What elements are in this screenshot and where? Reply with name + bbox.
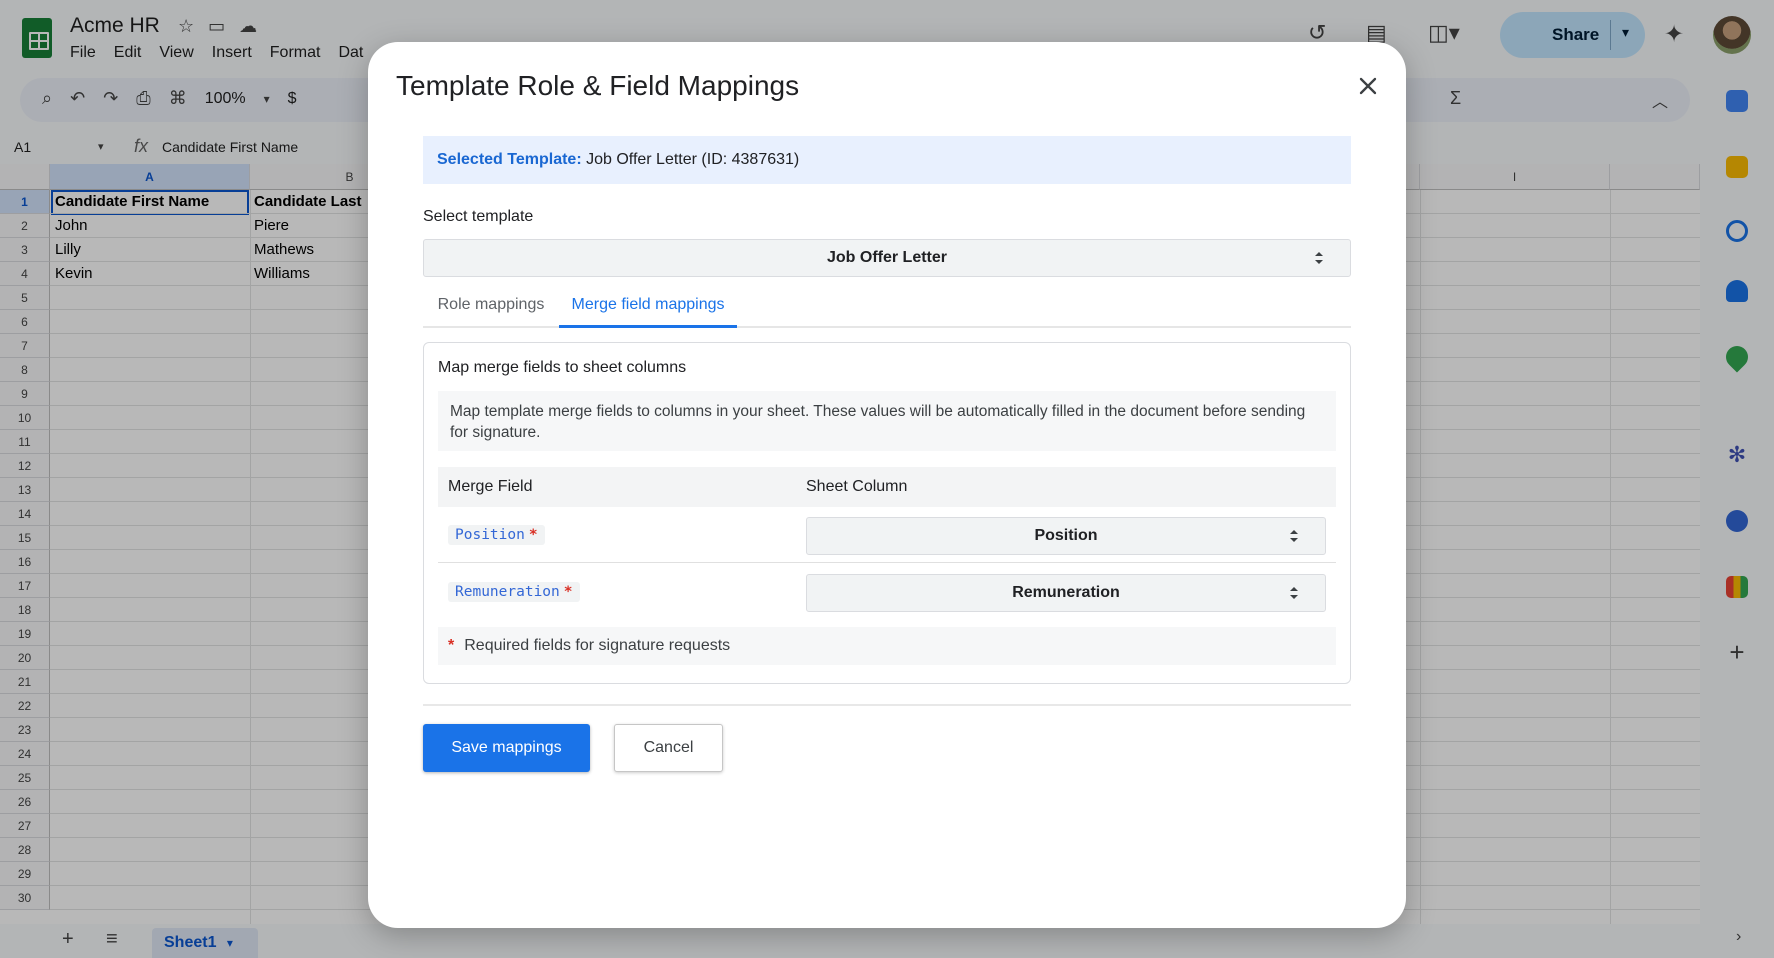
up-down-arrows-icon	[1290, 530, 1298, 542]
tab-role-mappings[interactable]: Role mappings	[423, 282, 559, 328]
merge-field-name: Position	[455, 527, 525, 543]
card-title: Map merge fields to sheet columns	[438, 359, 687, 376]
sheet-column-select-position[interactable]: Position	[806, 517, 1326, 555]
selected-template-label: Selected Template:	[437, 151, 582, 168]
close-button[interactable]	[1354, 72, 1382, 100]
merge-field-name: Remuneration	[455, 584, 560, 600]
merge-field-chip: Position *	[448, 525, 545, 545]
close-icon	[1359, 77, 1377, 95]
selected-template-value: Job Offer Letter (ID: 4387631)	[586, 151, 800, 168]
dialog-title: Template Role & Field Mappings	[396, 70, 800, 101]
required-marker: *	[563, 584, 573, 600]
select-template-label: Select template	[423, 208, 534, 225]
footer-divider	[423, 704, 1351, 706]
cancel-button[interactable]: Cancel	[614, 724, 723, 772]
header-sheet-column: Sheet Column	[806, 478, 908, 495]
up-down-arrows-icon	[1290, 587, 1298, 599]
sheet-column-select-remuneration[interactable]: Remuneration	[806, 574, 1326, 612]
template-select[interactable]: Job Offer Letter	[423, 239, 1351, 277]
mapping-tabs: Role mappings Merge field mappings	[423, 282, 1351, 328]
required-star: *	[448, 637, 455, 654]
selected-template-banner: Selected Template: Job Offer Letter (ID:…	[423, 136, 1351, 184]
required-note-text: Required fields for signature requests	[464, 637, 731, 654]
table-row: Position * Position	[438, 507, 1336, 563]
required-fields-note: * Required fields for signature requests	[438, 627, 1336, 665]
info-text: Map template merge fields to columns in …	[438, 391, 1336, 451]
merge-field-chip: Remuneration *	[448, 582, 580, 602]
merge-fields-card: Map merge fields to sheet columns Map te…	[423, 342, 1351, 684]
save-mappings-button[interactable]: Save mappings	[423, 724, 590, 772]
sheet-column-value: Remuneration	[1012, 584, 1120, 601]
up-down-arrows-icon	[1315, 252, 1323, 264]
template-select-value: Job Offer Letter	[826, 249, 947, 266]
sheet-column-value: Position	[1034, 527, 1098, 544]
mappings-dialog: Template Role & Field Mappings Selected …	[368, 42, 1406, 928]
mappings-table-header: Merge Field Sheet Column	[438, 467, 1336, 507]
table-row: Remuneration * Remuneration	[438, 564, 1336, 620]
tab-merge-field-mappings[interactable]: Merge field mappings	[559, 282, 737, 328]
header-merge-field: Merge Field	[448, 478, 533, 495]
required-marker: *	[528, 527, 538, 543]
